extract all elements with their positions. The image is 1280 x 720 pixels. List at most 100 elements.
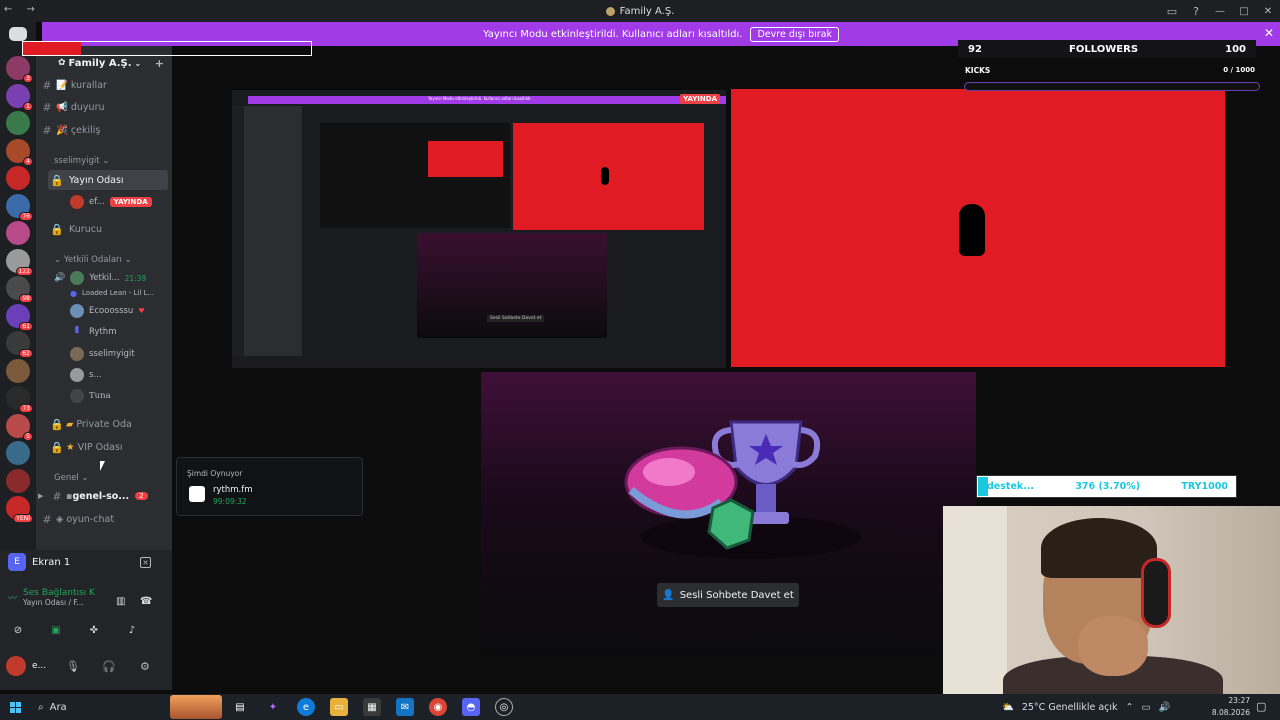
muted-icon: ♥	[138, 307, 145, 315]
voice-user-1[interactable]: Ecooosssu ♥	[70, 302, 168, 320]
current-user[interactable]: e...	[6, 656, 46, 676]
headphones-icon[interactable]: 🎧	[102, 660, 116, 673]
channel-kurallar[interactable]: # 📝 kurallar	[38, 75, 170, 95]
screen-share-label[interactable]: E Ekran 1	[8, 553, 70, 571]
back-icon[interactable]: ←	[4, 4, 12, 15]
rythm-logo-icon	[189, 486, 205, 502]
voice-channel-vip[interactable]: 🔒 ★ VIP Odası	[48, 437, 180, 457]
server-badge: 122	[15, 266, 33, 276]
channel-cekilis[interactable]: # 🎉 çekiliş	[38, 120, 170, 140]
stop-stream-icon[interactable]: ✕	[140, 557, 151, 568]
clock[interactable]: 23:27 8.08.2026	[1200, 695, 1250, 719]
noise-suppression-icon[interactable]: ▥	[116, 596, 125, 607]
channel-oyun-chat[interactable]: # ◈ oyun-chat	[38, 509, 170, 529]
server-icon-7[interactable]	[6, 221, 30, 245]
search-highlight-image[interactable]	[170, 695, 222, 719]
help-icon[interactable]: ?	[1184, 0, 1208, 22]
mic-icon[interactable]: 🎙	[66, 660, 80, 673]
mini-notice-text: Yayıncı Modu etkinleştirildi. Kullanıcı …	[428, 96, 532, 101]
channel-name: oyun-chat	[66, 513, 115, 525]
minimize-button[interactable]: —	[1208, 0, 1232, 22]
invite-to-voice-button[interactable]: 👤 Sesli Sohbete Davet et	[657, 583, 799, 607]
stream-tile-self[interactable]: Yayıncı Modu etkinleştirildi. Kullanıcı …	[232, 90, 726, 368]
close-notice-icon[interactable]: ✕	[1264, 26, 1274, 40]
store-icon[interactable]: ▦	[363, 698, 381, 716]
discord-taskbar-icon[interactable]: ◓	[462, 698, 480, 716]
nav-arrows: ← →	[4, 4, 35, 15]
server-icon-8[interactable]: 122	[6, 248, 33, 276]
voice-channel-private[interactable]: 🔒 ▰ Private Oda	[48, 414, 180, 434]
chevron-up-icon[interactable]: ⌃	[1126, 702, 1134, 713]
copilot-icon[interactable]: ✦	[264, 698, 282, 716]
category-sselimyigit[interactable]: sselimyigit ⌄	[54, 156, 109, 166]
server-icon-16[interactable]	[6, 468, 30, 493]
category-genel[interactable]: Genel ⌄	[54, 473, 89, 483]
activities-icon[interactable]: ✜	[84, 622, 104, 638]
maximize-button[interactable]: □	[1232, 0, 1256, 22]
server-icon-2[interactable]: 1	[6, 83, 33, 111]
server-icon-9[interactable]: 98	[6, 276, 33, 303]
username: s...	[89, 370, 102, 380]
trophy-illustration	[624, 420, 861, 559]
donation-goal: destek... 376 (3.70%) TRY1000	[976, 475, 1237, 498]
search-icon: ⌕	[38, 701, 44, 713]
server-icon-3[interactable]	[6, 111, 30, 135]
close-button[interactable]: ✕	[1256, 0, 1280, 22]
server-icon-6[interactable]: 76	[6, 193, 33, 221]
voice-user-4[interactable]: s...	[70, 366, 168, 384]
soundboard-icon[interactable]: ♪	[122, 622, 142, 638]
voice-user-5[interactable]: Tuna	[70, 387, 168, 405]
username: Rythm	[89, 327, 117, 337]
invite-people-icon[interactable]: +	[155, 57, 164, 70]
voice-user-ef[interactable]: ef... YAYINDA	[70, 193, 168, 211]
server-icon-11[interactable]: 62	[6, 331, 33, 358]
weather-text[interactable]: 25°C Genellikle açık	[1022, 702, 1118, 713]
obs-icon[interactable]: ◎	[495, 698, 513, 716]
discord-home-icon[interactable]	[9, 27, 27, 41]
server-icon-15[interactable]	[6, 441, 30, 465]
category-yetkili-odalari[interactable]: ⌄ Yetkili Odaları ⌄	[54, 255, 132, 265]
inbox-icon[interactable]: ▭	[1160, 0, 1184, 22]
mini-sidebar	[244, 106, 302, 356]
server-icon-14[interactable]: 5	[6, 413, 33, 441]
start-button[interactable]	[0, 694, 30, 720]
screen-name: Ekran 1	[32, 556, 71, 568]
server-icon-10[interactable]: 61	[6, 303, 33, 331]
server-icon-4[interactable]: 4	[6, 138, 33, 166]
stream-tile-camera[interactable]	[731, 89, 1225, 367]
settings-gear-icon[interactable]: ⚙	[140, 660, 150, 673]
stream-tile-activity[interactable]	[481, 372, 976, 651]
volume-icon[interactable]: 🔊	[1158, 702, 1170, 713]
chrome-icon[interactable]: ◉	[429, 698, 447, 716]
server-icon-17[interactable]: YENİ	[6, 496, 33, 523]
forward-icon[interactable]: →	[26, 4, 34, 15]
followers-target: 100	[1225, 43, 1246, 55]
channel-emoji: 📝	[56, 79, 68, 91]
server-icon-5[interactable]	[6, 166, 30, 190]
taskbar-search[interactable]: ⌕ Ara	[38, 699, 168, 715]
channel-genel-sohbet[interactable]: ▶ # ▪ genel-so... 2	[38, 486, 170, 506]
voice-user-3[interactable]: sselimyigit	[70, 345, 168, 363]
server-icon-13[interactable]: 73	[6, 386, 33, 413]
disconnect-icon[interactable]: ☎	[140, 596, 152, 607]
voice-user-2[interactable]: ▮ Rythm	[70, 323, 168, 341]
notification-icon[interactable]: ▢	[1256, 700, 1266, 713]
discord-window: ← → Family A.Ş. ▭ ? — □ ✕ Yayıncı Modu e…	[0, 0, 1280, 720]
server-icon	[605, 6, 615, 16]
channel-duyuru[interactable]: # 📢 duyuru	[38, 97, 170, 117]
task-view-icon[interactable]: ▤	[231, 698, 249, 716]
edge-icon[interactable]: e	[297, 698, 315, 716]
server-icon-12[interactable]	[6, 358, 30, 383]
server-badge: 1	[23, 101, 33, 111]
mail-icon[interactable]: ✉	[396, 698, 414, 716]
disable-streamer-mode-button[interactable]: Devre dışı bırak	[750, 26, 840, 42]
kicks-goal: KICKS 0 / 1000	[965, 66, 1259, 75]
network-icon[interactable]: ▭	[1142, 702, 1151, 713]
share-screen-icon[interactable]: ▣	[46, 622, 66, 638]
file-explorer-icon[interactable]: ▭	[330, 698, 348, 716]
chevron-down-icon: ⌄	[134, 58, 142, 68]
camera-off-icon[interactable]: ⊘	[8, 622, 28, 638]
voice-channel-yayin-odasi[interactable]: 🔒 Yayın Odası	[48, 170, 168, 190]
server-icon-1[interactable]: 3	[6, 56, 33, 83]
voice-channel-kurucu[interactable]: 🔒 Kurucu	[48, 219, 180, 239]
